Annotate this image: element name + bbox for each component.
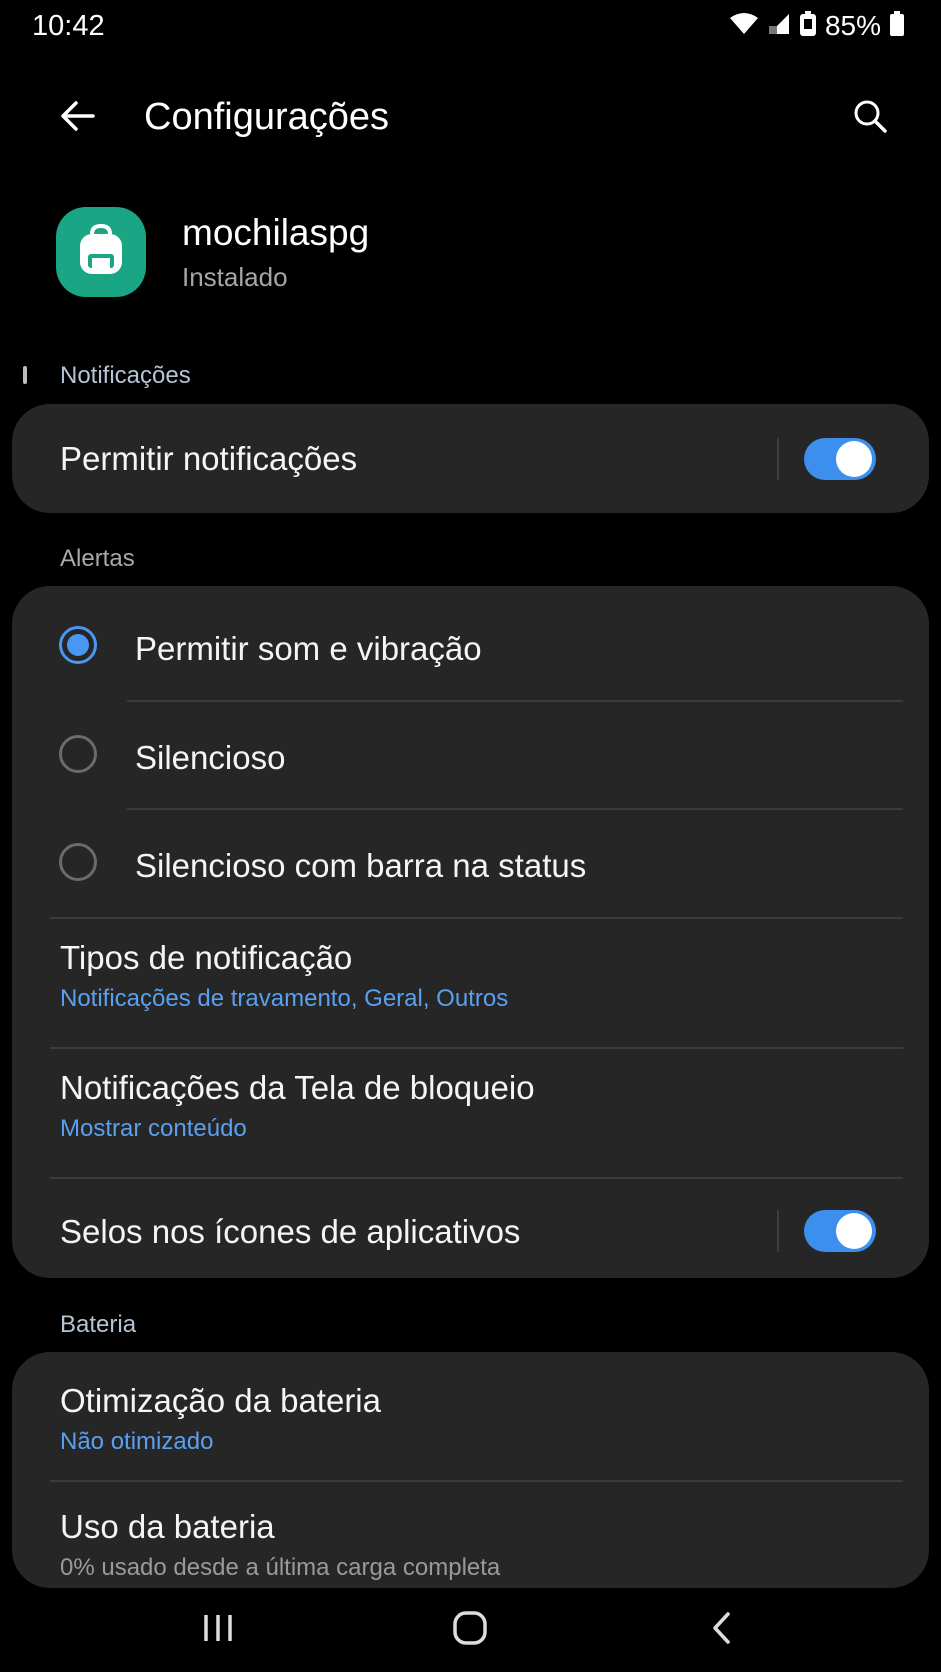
alerts-card: Permitir som e vibração Silencioso Silen… [12,586,929,1278]
battery-percent: 85% [824,10,881,41]
radio-selected[interactable] [59,626,97,664]
app-badges-label: Selos nos ícones de aplicativos [60,1213,521,1250]
battery-usage-row[interactable]: Uso da bateria 0% usado desde a última c… [12,1482,929,1588]
radio-unselected[interactable] [59,735,97,773]
scroll-indicator [23,366,27,384]
notification-types-label: Tipos de notificação [60,939,353,976]
notification-types-row[interactable]: Tipos de notificação Notificações de tra… [12,919,929,1047]
chevron-left-icon [710,1611,734,1650]
allow-notifications-label: Permitir notificações [60,440,358,477]
notification-types-value: Notificações de travamento, Geral, Outro… [60,985,509,1012]
battery-usage-value: 0% usado desde a última carga completa [60,1554,501,1581]
lock-screen-value: Mostrar conteúdo [60,1115,247,1142]
alert-option-silent-statusbar[interactable]: Silencioso com barra na status [12,810,929,916]
back-button[interactable] [48,88,108,148]
allow-notifications-card[interactable]: Permitir notificações [12,404,929,513]
recent-apps-button[interactable] [178,1600,258,1660]
battery-optimization-value: Não otimizado [60,1428,214,1455]
search-button[interactable] [840,88,900,148]
home-button[interactable] [430,1600,510,1660]
app-name: mochilaspg [182,212,370,253]
arrow-left-icon [61,100,95,136]
app-icon [56,207,146,297]
alert-option-label: Permitir som e vibração [135,630,482,667]
radio-unselected[interactable] [59,843,97,881]
alert-option-sound-vibration[interactable]: Permitir som e vibração [12,586,929,696]
back-nav-button[interactable] [682,1600,762,1660]
status-bar: 10:42 85% [0,0,941,58]
lock-screen-notifications-row[interactable]: Notificações da Tela de bloqueio Mostrar… [12,1049,929,1177]
section-alerts: Alertas [60,545,135,572]
lock-screen-label: Notificações da Tela de bloqueio [60,1069,535,1106]
alert-option-silent[interactable]: Silencioso [12,702,929,808]
battery-optimization-label: Otimização da bateria [60,1382,381,1419]
search-icon [853,99,887,138]
app-badges-row[interactable]: Selos nos ícones de aplicativos [12,1179,929,1278]
section-notifications: Notificações [60,362,191,389]
toggle-divider [777,438,779,480]
app-install-status: Instalado [182,262,288,292]
battery-optimization-row[interactable]: Otimização da bateria Não otimizado [12,1352,929,1480]
alert-option-label: Silencioso [135,739,286,776]
status-icons: 85% [729,10,905,42]
battery-icon [889,10,905,42]
home-icon [452,1610,488,1651]
page-title: Configurações [144,96,390,138]
recent-apps-icon [201,1612,235,1649]
battery-usage-label: Uso da bateria [60,1508,275,1545]
toggle-divider [777,1210,779,1252]
backpack-icon [76,223,126,281]
section-battery: Bateria [60,1311,137,1338]
app-badges-toggle[interactable] [804,1210,876,1252]
wifi-icon [729,12,759,41]
battery-card: Otimização da bateria Não otimizado Uso … [12,1352,929,1588]
status-time: 10:42 [32,10,105,42]
alert-option-label: Silencioso com barra na status [135,847,587,884]
allow-notifications-toggle[interactable] [804,438,876,480]
battery-saver-icon [799,10,817,42]
signal-icon [767,12,791,41]
